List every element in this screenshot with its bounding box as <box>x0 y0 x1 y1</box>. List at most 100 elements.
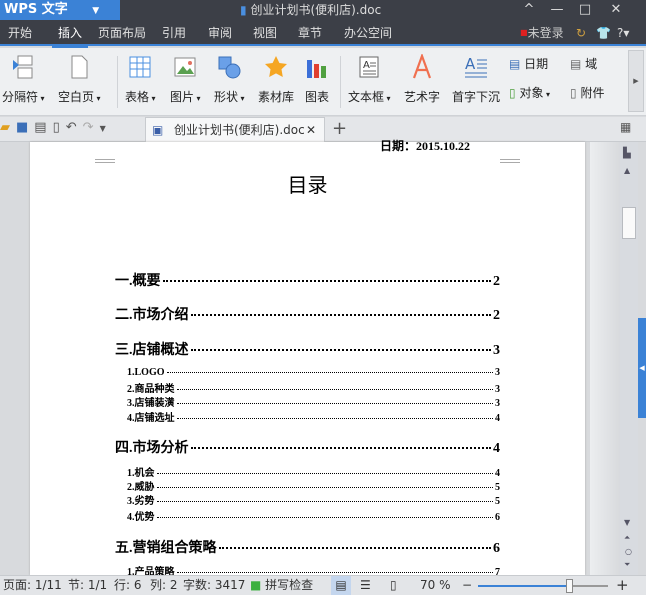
zoom-slider[interactable] <box>478 579 608 593</box>
web-view-icon[interactable]: ▯ <box>390 576 397 595</box>
toc-entry[interactable]: 五.营销组合策略 6 <box>115 537 500 557</box>
field-button[interactable]: ▤ 域 <box>570 55 597 72</box>
split-icon[interactable]: ▙ <box>623 148 631 159</box>
document-page[interactable]: 日期：2015.10.22 目录 一.概要 2 二.市场介绍 2 三.店铺概述 3 1.LO… <box>30 139 585 578</box>
toc-entry[interactable]: 2.商品种类 3 <box>115 380 500 395</box>
login-button[interactable]: ■未登录 <box>520 20 564 46</box>
toc-entry-text: 二.市场介绍 <box>115 308 189 323</box>
date-button[interactable]: ▤ 日期 <box>509 55 548 72</box>
attachment-button[interactable]: ▯ 附件 <box>570 84 604 101</box>
outline-view-icon[interactable]: ☰ <box>360 576 371 595</box>
previous-page-icon[interactable]: ⏶ <box>624 533 630 543</box>
shapes-button[interactable]: 形状 ▾ <box>214 54 245 105</box>
chart-button[interactable]: 图表 <box>304 54 330 105</box>
word-count[interactable]: 字数: 3417 <box>183 576 245 595</box>
toc-entry[interactable]: 四.市场分析 4 <box>115 437 500 457</box>
picture-icon <box>174 57 196 77</box>
zoom-slider-handle[interactable] <box>566 579 573 593</box>
print-preview-icon[interactable]: ▯ <box>53 120 66 135</box>
next-page-icon[interactable]: ⏷ <box>624 560 630 570</box>
material-library-button[interactable]: 素材库 <box>258 54 294 105</box>
toc-leader <box>218 547 491 549</box>
browse-object-icon[interactable]: ○ <box>625 547 632 556</box>
table-icon <box>129 56 151 78</box>
picture-button[interactable]: 图片 ▾ <box>170 54 201 105</box>
label: 图片 <box>170 90 195 104</box>
tab-page-layout[interactable]: 页面布局 <box>98 20 146 46</box>
tab-insert[interactable]: 插入 <box>52 20 89 48</box>
scroll-up-icon[interactable]: ▲ <box>624 166 630 175</box>
print-icon[interactable]: ▤ <box>34 120 52 135</box>
toc-entry[interactable]: 一.概要 2 <box>115 270 500 290</box>
chevron-down-icon[interactable]: ▼ <box>100 124 112 133</box>
new-tab-button[interactable]: + <box>332 117 347 141</box>
toc-page-number: 3 <box>493 343 500 358</box>
zoom-level[interactable]: 70 % <box>420 576 451 595</box>
toc-entry-text: 1.机会 <box>127 468 155 479</box>
tab-bar: ▰■▤▯↶↷▼ ▣ 创业计划书(便利店).doc ✕ + ▦ <box>0 117 646 142</box>
toc-entry[interactable]: 3.劣势 5 <box>115 492 500 507</box>
label: 分隔符 <box>2 90 39 104</box>
tab-references[interactable]: 引用 <box>162 20 186 46</box>
toc-leader <box>190 349 491 351</box>
object-button[interactable]: ▯ 对象 ▾ <box>509 84 550 101</box>
tab-review[interactable]: 审阅 <box>208 20 232 46</box>
save-icon[interactable]: ■ <box>16 120 34 135</box>
spell-check-toggle[interactable]: ■ 拼写检查 <box>250 576 313 595</box>
toc-entry[interactable]: 1.LOGO 3 <box>115 367 500 378</box>
app-menu-button[interactable]: WPS 文字 ▼ <box>0 0 120 20</box>
textbox-button[interactable]: A 文本框 ▾ <box>348 54 391 105</box>
tab-menu-icon[interactable]: ▦ <box>620 120 631 134</box>
tab-office-space[interactable]: 办公空间 <box>344 20 392 46</box>
tab-document[interactable]: ▣ 创业计划书(便利店).doc ✕ <box>145 117 325 142</box>
toc-entry[interactable]: 三.店铺概述 3 <box>115 339 500 359</box>
skin-icon[interactable]: 👕 <box>596 20 611 46</box>
undo-icon[interactable]: ↶ <box>66 120 83 135</box>
toc-entry[interactable]: 二.市场介绍 2 <box>115 304 500 324</box>
blank-page-icon <box>71 55 88 79</box>
page-indicator[interactable]: 页面: 1/11 <box>3 576 62 595</box>
column-indicator: 列: 2 <box>150 578 178 592</box>
tab-home[interactable]: 开始 <box>8 20 32 46</box>
open-icon[interactable]: ▰ <box>0 120 16 135</box>
minimize-button[interactable]: — <box>546 0 568 20</box>
chart-icon <box>307 60 326 78</box>
dropcap-button[interactable]: A 首字下沉 <box>452 54 500 105</box>
toc-entry[interactable]: 2.威胁 5 <box>115 478 500 493</box>
collapse-ribbon-button[interactable]: ^ <box>518 0 540 20</box>
help-button[interactable]: ?▾ <box>617 20 629 46</box>
spell-check-label: 拼写检查 <box>265 578 314 592</box>
toc-entry[interactable]: 1.机会 4 <box>115 464 500 479</box>
close-button[interactable]: ✕ <box>605 0 627 20</box>
label: 艺术字 <box>404 90 441 104</box>
ribbon-scroll-right-button[interactable]: ▶ <box>628 50 644 112</box>
maximize-button[interactable]: □ <box>574 0 596 20</box>
sync-icon[interactable]: ↻ <box>576 20 586 46</box>
toc-entry[interactable]: 3.店铺装潢 3 <box>115 394 500 409</box>
textbox-icon: A <box>359 56 379 78</box>
wordart-icon <box>412 54 432 79</box>
close-tab-icon[interactable]: ✕ <box>306 118 316 142</box>
page-break-button[interactable]: 分隔符 ▾ <box>2 54 45 105</box>
table-button[interactable]: 表格 ▾ <box>125 54 156 105</box>
scrollbar-thumb[interactable] <box>622 207 636 239</box>
app-name: WPS 文字 <box>4 2 68 17</box>
row-indicator: 行: 6 <box>114 578 142 592</box>
page-view-icon[interactable]: ▤ <box>331 576 351 595</box>
side-panel-toggle[interactable]: ◀ <box>638 318 646 418</box>
zoom-out-button[interactable]: − <box>462 576 472 595</box>
toc-entry-text: 2.威胁 <box>127 482 155 493</box>
blank-page-button[interactable]: 空白页 ▾ <box>58 54 101 105</box>
toc-entry[interactable]: 4.优势 6 <box>115 508 500 523</box>
label: 首字下沉 <box>452 90 501 104</box>
tab-view[interactable]: 视图 <box>253 20 277 46</box>
toc-entry[interactable]: 4.店铺选址 4 <box>115 409 500 424</box>
zoom-in-button[interactable]: + <box>616 576 629 595</box>
toc-entry-text: 2.商品种类 <box>127 384 175 395</box>
scroll-down-icon[interactable]: ▼ <box>624 518 630 527</box>
tab-chapter[interactable]: 章节 <box>298 20 322 46</box>
redo-icon[interactable]: ↷ <box>83 120 100 135</box>
vertical-scrollbar[interactable]: ▙ ▲ ▼ ⏶ ○ ⏷ <box>620 142 638 575</box>
wordart-button[interactable]: 艺术字 <box>404 54 440 105</box>
window-title-text: 创业计划书(便利店).doc <box>250 3 382 17</box>
